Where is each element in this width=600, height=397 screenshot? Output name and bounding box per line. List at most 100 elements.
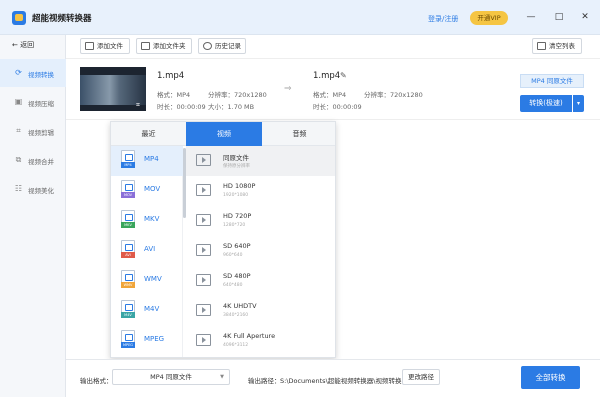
back-label: 返回 bbox=[20, 41, 35, 49]
back-button[interactable]: ← 返回 bbox=[12, 40, 34, 50]
format-tag: MPEG bbox=[121, 342, 135, 348]
add-folder-button[interactable]: 添加文件夹 bbox=[136, 38, 192, 54]
merge-icon: ⧉ bbox=[15, 155, 22, 164]
sidebar-item-4[interactable]: ⧉ 视频合并 bbox=[0, 146, 66, 174]
arrow-right-icon: ⇒ bbox=[284, 84, 292, 94]
format-item[interactable]: MPEG MPEG bbox=[111, 326, 183, 356]
cut-icon: ⌗ bbox=[16, 126, 21, 135]
maximize-icon[interactable]: □ bbox=[552, 10, 566, 24]
sidebar-item-1[interactable]: ⟳ 视频转换 bbox=[0, 59, 66, 87]
output-format-badge[interactable]: MP4 同原文件 bbox=[520, 74, 584, 88]
format-label: MP4 bbox=[144, 155, 159, 163]
output-format-label: 输出格式： bbox=[80, 377, 113, 385]
target-format: 格式：MP4 bbox=[313, 91, 347, 99]
convert-all-button[interactable]: 全部转换 bbox=[521, 366, 580, 389]
convert-button[interactable]: 转换(极速) bbox=[520, 95, 572, 112]
edit-icon[interactable]: ✎ bbox=[340, 71, 349, 80]
tab-recent[interactable]: 最近 bbox=[111, 122, 186, 146]
add-folder-label: 添加文件夹 bbox=[153, 42, 186, 50]
preset-item[interactable]: 4K UHDTV 3840*2160 bbox=[186, 296, 335, 326]
preset-name: HD 720P bbox=[223, 212, 252, 220]
preset-item[interactable]: HD 1080P 1920*1080 bbox=[186, 176, 335, 206]
tab-audio[interactable]: 音频 bbox=[262, 122, 335, 146]
video-file-icon: MOV bbox=[121, 180, 135, 198]
source-format: 格式：MP4 bbox=[157, 91, 191, 99]
format-label: MPEG bbox=[144, 335, 165, 343]
sidebar-item-2[interactable]: ▣ 视频压缩 bbox=[0, 88, 66, 116]
format-item[interactable]: M4V M4V bbox=[111, 296, 183, 326]
video-file-icon: M4V bbox=[121, 300, 135, 318]
crop-icon[interactable]: ⌗ bbox=[136, 101, 144, 109]
preset-name: 4K Full Aperture bbox=[223, 332, 276, 340]
preset-name: SD 480P bbox=[223, 272, 251, 280]
video-preset-icon bbox=[196, 274, 211, 286]
convert-icon: ⟳ bbox=[15, 68, 22, 77]
preset-item[interactable]: SD 480P 640*480 bbox=[186, 266, 335, 296]
format-item[interactable]: WMV WMV bbox=[111, 266, 183, 296]
sidebar-item-label: 视频转换 bbox=[28, 71, 54, 79]
format-item[interactable]: MKV MKV bbox=[111, 206, 183, 236]
sidebar-item-5[interactable]: ☷ 视频美化 bbox=[0, 175, 66, 203]
clear-list-label: 清空列表 bbox=[549, 42, 575, 50]
preset-item[interactable]: 同原文件保持原分辨率 bbox=[186, 146, 335, 176]
preset-item[interactable]: 4K Full Aperture 4096*3112 bbox=[186, 326, 335, 356]
preset-name: 4K UHDTV bbox=[223, 302, 257, 310]
preset-resolution: 1920*1080 bbox=[223, 193, 249, 198]
add-file-button[interactable]: 添加文件 bbox=[80, 38, 130, 54]
sidebar-item-label: 视频压缩 bbox=[28, 100, 54, 108]
title-bar: 超能视频转换器 登录/注册 开通VIP — □ ✕ bbox=[0, 0, 600, 35]
preset-item[interactable]: SD 640P 960*640 bbox=[186, 236, 335, 266]
tab-video[interactable]: 视频 bbox=[186, 122, 262, 146]
beautify-icon: ☷ bbox=[14, 184, 23, 193]
source-resolution: 分辨率：720x1280 bbox=[208, 91, 267, 99]
target-duration: 时长：00:00:09 bbox=[313, 103, 362, 111]
video-preset-icon bbox=[196, 214, 211, 226]
target-file-name: 1.mp4 bbox=[313, 71, 341, 81]
video-thumbnail[interactable]: ⌗ bbox=[80, 67, 146, 111]
format-item[interactable]: AVI AVI bbox=[111, 236, 183, 266]
preset-item[interactable]: HD 720P 1280*720 bbox=[186, 206, 335, 236]
history-label: 历史记录 bbox=[215, 42, 241, 50]
preset-name: HD 1080P bbox=[223, 182, 256, 190]
output-format-select[interactable]: MP4 同原文件 ▼ bbox=[112, 369, 230, 385]
output-path-value: S:\Documents\超能视频转换器\视频转换 bbox=[280, 377, 402, 385]
trash-icon bbox=[537, 42, 546, 50]
preset-resolution: 960*640 bbox=[223, 253, 243, 258]
format-tag: MOV bbox=[121, 192, 135, 198]
format-tag: AVI bbox=[121, 252, 135, 258]
login-link[interactable]: 登录/注册 bbox=[428, 14, 458, 24]
video-file-icon: MP4 bbox=[121, 150, 135, 168]
compress-icon: ▣ bbox=[14, 97, 23, 106]
format-label: MOV bbox=[144, 185, 161, 193]
output-path-label: 输出路径： bbox=[248, 377, 281, 385]
file-row: ⌗ 1.mp4 格式：MP4 分辨率：720x1280 时长：00:00:09 … bbox=[66, 60, 600, 120]
format-label: MKV bbox=[144, 215, 160, 223]
clear-list-button[interactable]: 清空列表 bbox=[532, 38, 582, 54]
preset-resolution: 保持原分辨率 bbox=[223, 164, 250, 169]
sidebar: ← 返回 ⟳ 视频转换 ▣ 视频压缩 ⌗ 视频剪辑 ⧉ 视频合并 ☷ 视频美化 bbox=[0, 35, 66, 397]
minimize-icon[interactable]: — bbox=[524, 10, 538, 24]
sidebar-item-label: 视频剪辑 bbox=[28, 129, 54, 137]
video-file-icon: MKV bbox=[121, 210, 135, 228]
sidebar-item-label: 视频合并 bbox=[28, 158, 54, 166]
vip-button[interactable]: 开通VIP bbox=[470, 11, 508, 25]
source-file-name: 1.mp4 bbox=[157, 71, 185, 81]
format-tag: WMV bbox=[121, 282, 135, 288]
add-file-label: 添加文件 bbox=[97, 42, 123, 50]
preset-name: 同原文件 bbox=[223, 154, 249, 162]
change-path-button[interactable]: 更改路径 bbox=[402, 369, 440, 385]
convert-dropdown-icon[interactable]: ▾ bbox=[573, 95, 584, 112]
history-button[interactable]: 历史记录 bbox=[198, 38, 246, 54]
format-list: MP4 MP4 MOV MOV MKV MKV AVI AVI WMV WMV M4V M4V MPEG… bbox=[111, 146, 183, 357]
sidebar-item-3[interactable]: ⌗ 视频剪辑 bbox=[0, 117, 66, 145]
format-item[interactable]: MP4 MP4 bbox=[111, 146, 183, 176]
app-logo-icon bbox=[12, 11, 26, 25]
video-preset-icon bbox=[196, 154, 211, 166]
add-file-icon bbox=[85, 42, 94, 50]
close-icon[interactable]: ✕ bbox=[578, 10, 592, 24]
format-item[interactable]: MOV MOV bbox=[111, 176, 183, 206]
format-label: WMV bbox=[144, 275, 162, 283]
preset-name: SD 640P bbox=[223, 242, 251, 250]
format-tabs: 最近 视频 音频 bbox=[111, 122, 335, 146]
video-file-icon: AVI bbox=[121, 240, 135, 258]
